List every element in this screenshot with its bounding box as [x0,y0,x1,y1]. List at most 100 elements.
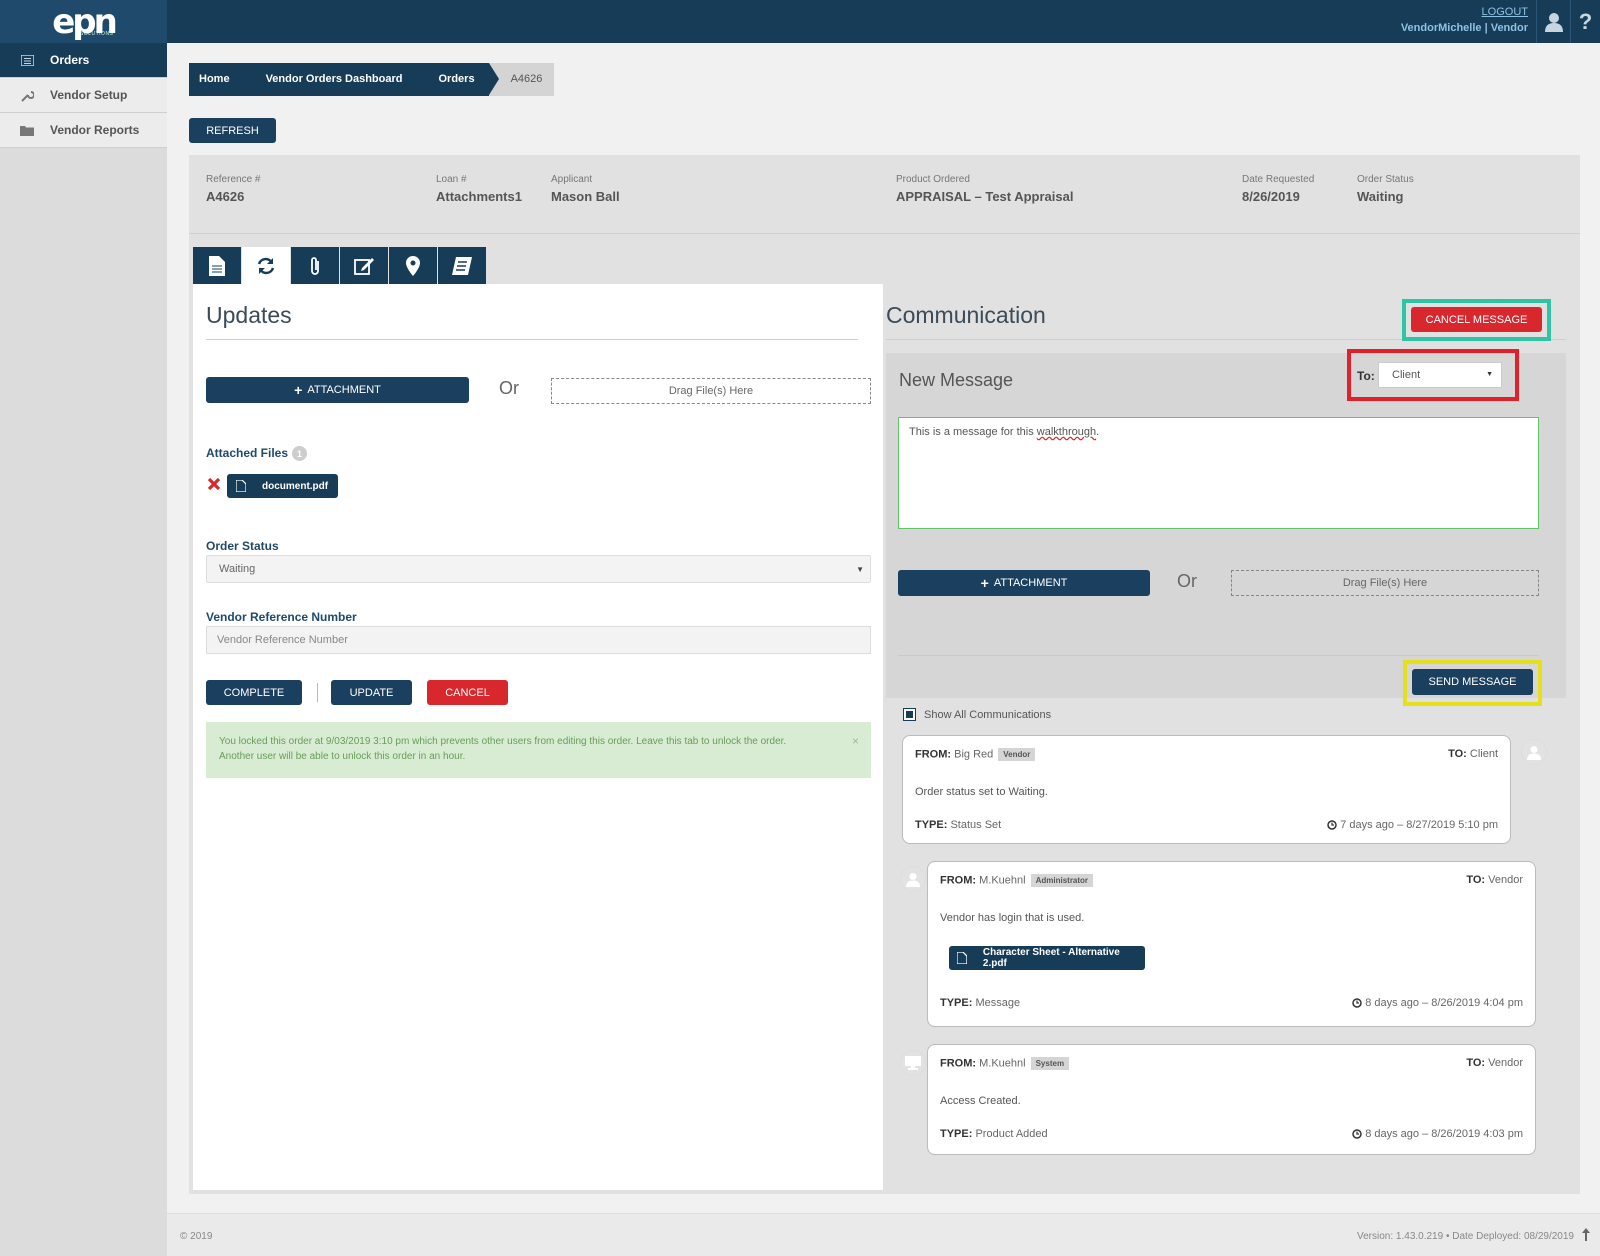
file-name: document.pdf [262,480,329,492]
wrench-icon [20,89,34,102]
plus-icon: + [980,575,989,591]
updates-title: Updates [206,302,292,328]
sidebar-item-vendor-reports[interactable]: Vendor Reports [0,113,167,148]
order-info: Reference # A4626 Loan # Attachments1 Ap… [189,174,1580,214]
attached-count-badge: 1 [292,446,308,462]
edit-icon [354,258,374,275]
tab-updates[interactable] [242,247,290,285]
entry-attachment-chip[interactable]: Character Sheet - Alternative 2.pdf [949,946,1145,970]
tab-notes[interactable] [340,247,388,285]
tab-log[interactable] [438,247,486,285]
version-info: Version: 1.43.0.219 • Date Deployed: 08/… [1357,1231,1574,1242]
sidebar-item-vendor-setup[interactable]: Vendor Setup [0,78,167,113]
complete-button[interactable]: COMPLETE [206,680,302,705]
sidebar-item-label: Vendor Setup [50,88,128,102]
info-product: Product Ordered APPRAISAL – Test Apprais… [896,174,1074,204]
sidebar-item-orders[interactable]: Orders [0,43,167,78]
plus-icon: + [294,382,303,398]
checkbox[interactable] [903,708,916,721]
attached-file-chip[interactable]: document.pdf [227,474,338,498]
show-all-label: Show All Communications [924,708,1052,721]
send-message-button[interactable]: SEND MESSAGE [1412,669,1533,695]
clock-icon [1327,820,1337,830]
entry-to: TO: Client [1448,748,1498,760]
document-icon [209,256,225,276]
paperclip-icon [311,257,319,275]
tab-details[interactable] [193,247,241,285]
refresh-button[interactable]: REFRESH [189,118,276,143]
message-attachment-button[interactable]: + ATTACHMENT [898,570,1150,596]
vendor-ref-label: Vendor Reference Number [206,610,357,624]
add-attachment-button[interactable]: + ATTACHMENT [206,377,469,403]
order-panel: Reference # A4626 Loan # Attachments1 Ap… [189,155,1580,1194]
arrow-up-icon [1582,1228,1590,1241]
entry-body: Access Created. [940,1095,1021,1107]
update-button[interactable]: UPDATE [331,680,412,705]
close-alert-icon[interactable]: × [852,734,859,749]
breadcrumb: Home Vendor Orders Dashboard Orders A462… [189,63,555,96]
entry-to: TO: Vendor [1466,1057,1523,1069]
info-reference: Reference # A4626 [206,174,261,204]
entry-time: 8 days ago – 8/26/2019 4:03 pm [1352,1128,1523,1140]
footer: © 2019 Version: 1.43.0.219 • Date Deploy… [167,1213,1600,1256]
chevron-down-icon: ▼ [1486,371,1493,378]
tab-attachments[interactable] [291,247,339,285]
user-name: VendorMichelle | Vendor [1400,22,1528,34]
order-status-label: Order Status [206,539,279,553]
entry-time: 7 days ago – 8/27/2019 5:10 pm [1327,819,1498,831]
show-all-toggle[interactable]: Show All Communications [903,708,1051,721]
new-message-box: New Message To: Client ▼ This is a messa… [886,349,1566,706]
role-badge: System [1030,1057,1070,1070]
communication-entry: FROM: M.Kuehnl Administrator TO: Vendor V… [927,861,1536,1027]
user-profile-button[interactable] [1536,0,1570,43]
logo[interactable]: epn SOLUTIONS [0,0,167,43]
avatar [1521,739,1547,765]
info-loan: Loan # Attachments1 [436,174,522,204]
top-bar: epn SOLUTIONS LOGOUT VendorMichelle | Ve… [0,0,1600,43]
user-area: LOGOUT VendorMichelle | Vendor [1401,6,1528,34]
breadcrumb-home[interactable]: Home [189,63,254,96]
entry-from: FROM: Big Red Vendor [915,748,1036,761]
sidebar-item-label: Orders [50,53,90,67]
order-status-select[interactable]: Waiting ▼ [206,555,871,583]
vendor-ref-input[interactable]: Vendor Reference Number [206,626,871,654]
logo-subtext: SOLUTIONS [80,31,114,37]
help-button[interactable]: ? [1570,0,1600,43]
info-applicant: Applicant Mason Ball [551,174,620,204]
entry-to: TO: Vendor [1466,874,1523,886]
message-textarea[interactable]: This is a message for this walkthrough. [898,417,1539,529]
info-order-status: Order Status Waiting [1357,174,1414,204]
scroll-top-button[interactable] [1582,1228,1590,1244]
cancel-message-button[interactable]: CANCEL MESSAGE [1411,307,1542,332]
entry-type: TYPE: Product Added [940,1128,1048,1140]
clock-icon [1352,998,1362,1008]
breadcrumb-vendor-orders-dashboard[interactable]: Vendor Orders Dashboard [243,63,427,96]
entry-from: FROM: M.Kuehnl System [940,1057,1070,1070]
file-dropzone[interactable]: Drag File(s) Here [551,378,871,404]
recipient-select[interactable]: Client ▼ [1378,362,1502,388]
order-tabs [193,247,486,285]
entry-body: Order status set to Waiting. [915,786,1048,798]
info-date-requested: Date Requested 8/26/2019 [1242,174,1315,204]
message-file-dropzone[interactable]: Drag File(s) Here [1231,570,1539,596]
clock-icon [1352,1129,1362,1139]
to-label: To: [1357,369,1375,383]
breadcrumb-orders[interactable]: Orders [416,63,499,96]
file-icon [236,480,246,492]
communication-title: Communication [886,302,1046,328]
new-message-label: New Message [899,370,1014,390]
map-pin-icon [406,256,420,276]
cancel-button[interactable]: CANCEL [427,680,508,705]
chevron-down-icon: ▼ [856,565,864,574]
user-icon [1527,745,1541,760]
communication-panel: Communication CANCEL MESSAGE New Message… [885,284,1580,1190]
entry-type: TYPE: Message [940,997,1021,1009]
divider [317,683,318,702]
logout-link[interactable]: LOGOUT [1401,6,1528,18]
tab-location[interactable] [389,247,437,285]
close-icon [207,477,221,491]
sidebar: Orders Vendor Setup Vendor Reports [0,43,167,1256]
remove-file-button[interactable] [207,477,221,494]
notes-icon [452,257,472,275]
file-icon [957,952,967,964]
